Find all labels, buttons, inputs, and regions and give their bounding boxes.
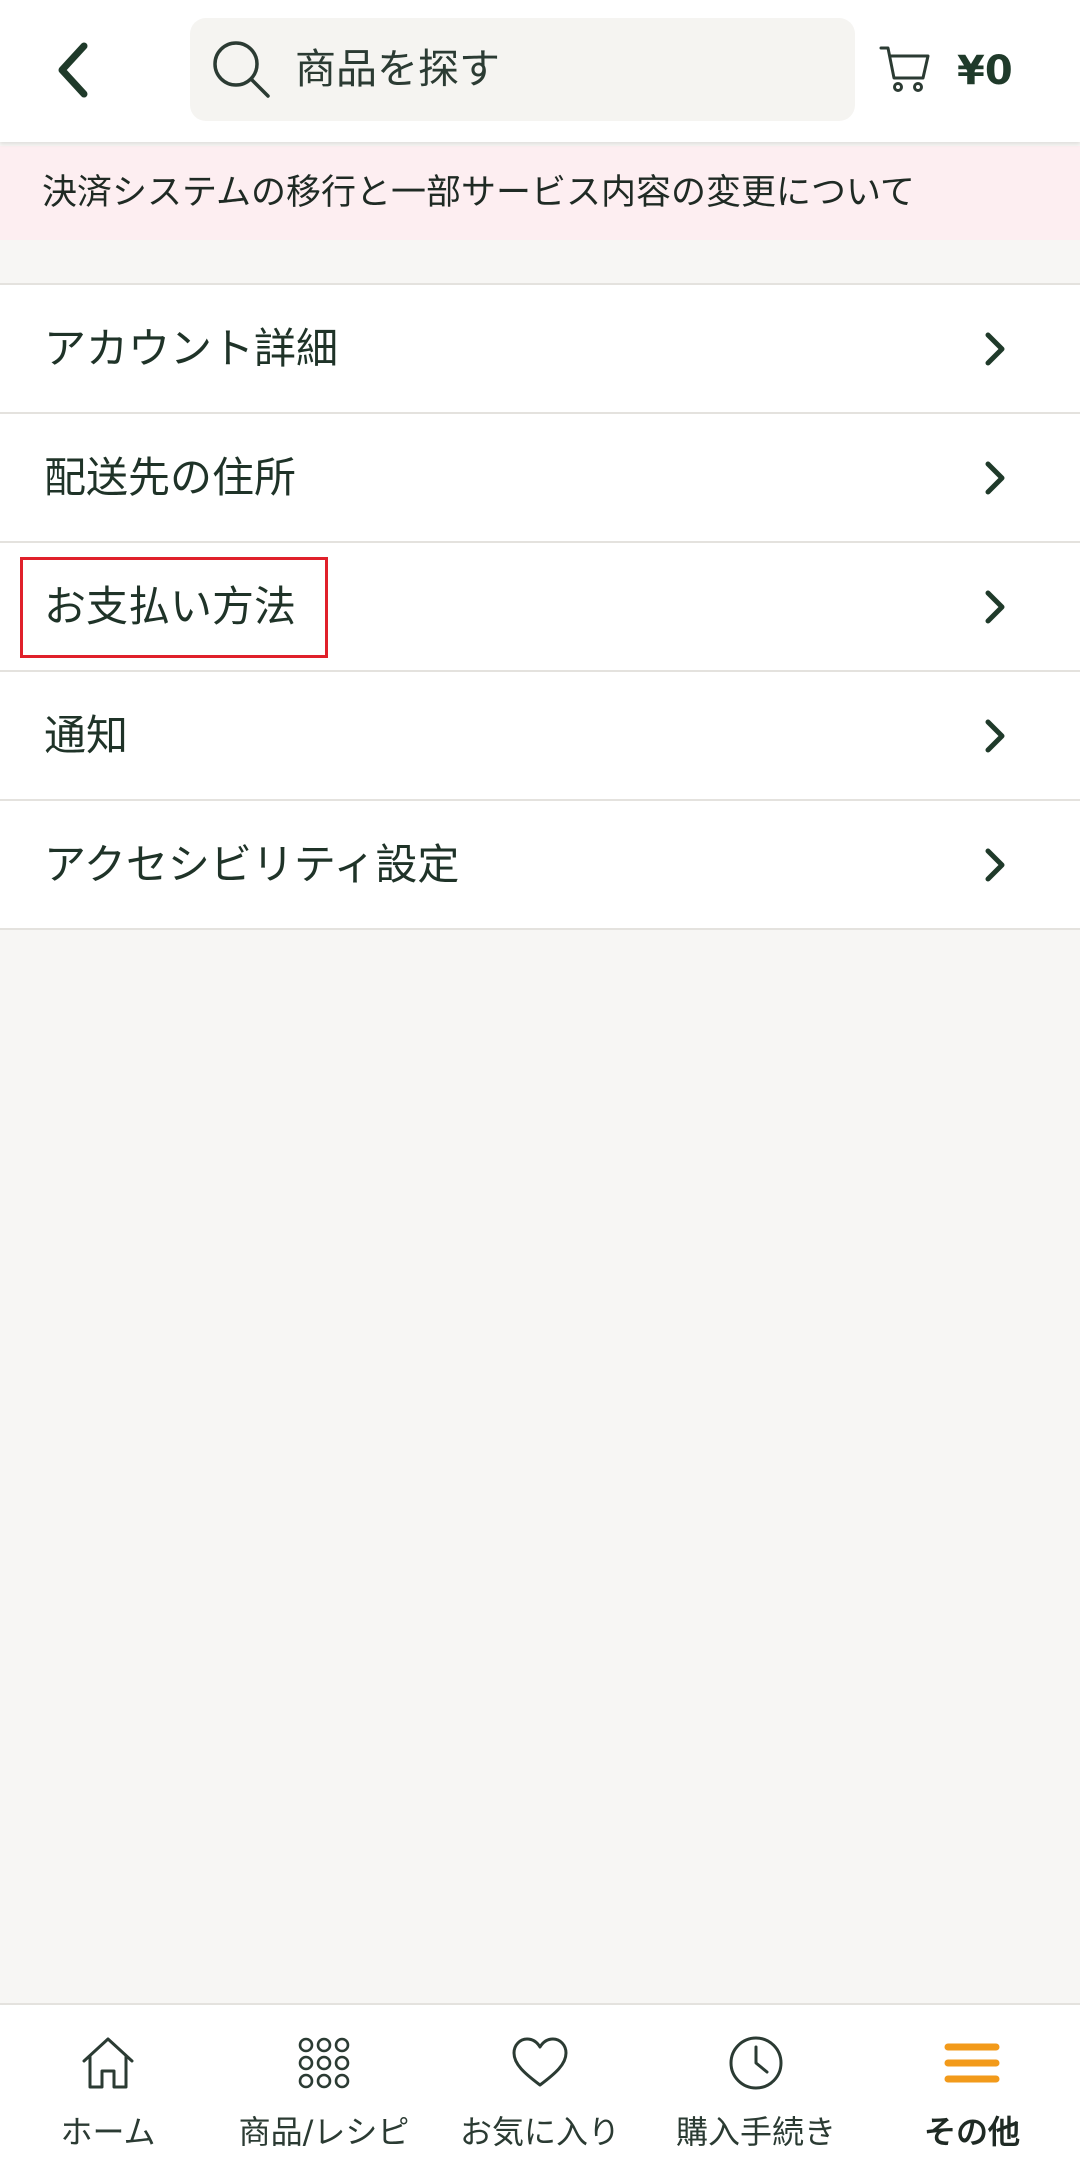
- chevron-right-icon: [985, 590, 1005, 624]
- chevron-right-icon: [985, 332, 1005, 366]
- tab-label: お気に入り: [459, 2113, 620, 2151]
- top-header: 商品を探す ¥0: [0, 0, 1080, 142]
- notice-text: 決済システムの移行と一部サービス内容の変更について: [42, 173, 915, 213]
- chevron-right-icon: [985, 719, 1005, 753]
- tab-label: ホーム: [60, 2113, 156, 2151]
- bottom-tab-bar: ホーム 商品/レシピ お気に入り 購入手続き その他: [0, 2003, 1080, 2165]
- settings-menu: アカウント詳細 配送先の住所 お支払い方法 通知 アクセシビリティ設定: [0, 283, 1080, 930]
- tab-checkout[interactable]: 購入手続き: [648, 2005, 864, 2165]
- menu-item-accessibility[interactable]: アクセシビリティ設定: [0, 801, 1080, 930]
- clock-icon: [729, 2036, 783, 2090]
- menu-item-shipping-address[interactable]: 配送先の住所: [0, 414, 1080, 543]
- cart-button[interactable]: ¥0: [875, 30, 1025, 112]
- tab-label: 商品/レシピ: [238, 2113, 410, 2151]
- heart-icon: [512, 2037, 568, 2087]
- tab-label: 購入手続き: [675, 2113, 836, 2151]
- menu-icon: [944, 2043, 1000, 2083]
- chevron-left-icon: [58, 42, 88, 98]
- menu-item-account-details[interactable]: アカウント詳細: [0, 285, 1080, 414]
- menu-item-label: お支払い方法: [44, 582, 297, 631]
- menu-item-label: 配送先の住所: [44, 453, 297, 502]
- cart-icon: [879, 46, 930, 92]
- home-icon: [82, 2037, 134, 2089]
- menu-item-payment-method[interactable]: お支払い方法: [0, 543, 1080, 672]
- menu-item-label: アクセシビリティ設定: [44, 840, 460, 889]
- tab-home[interactable]: ホーム: [0, 2005, 216, 2165]
- tab-products-recipes[interactable]: 商品/レシピ: [216, 2005, 432, 2165]
- menu-item-notifications[interactable]: 通知: [0, 672, 1080, 801]
- menu-item-label: アカウント詳細: [44, 324, 339, 373]
- search-icon: [213, 41, 270, 98]
- back-button[interactable]: [40, 34, 108, 106]
- notice-banner[interactable]: 決済システムの移行と一部サービス内容の変更について: [0, 146, 1080, 240]
- chevron-right-icon: [985, 848, 1005, 882]
- tab-more[interactable]: その他: [864, 2005, 1080, 2165]
- chevron-right-icon: [985, 461, 1005, 495]
- menu-item-label: 通知: [44, 711, 129, 760]
- grid-icon: [298, 2037, 350, 2089]
- search-input[interactable]: 商品を探す: [190, 18, 855, 121]
- search-placeholder: 商品を探す: [295, 45, 500, 93]
- cart-total: ¥0: [957, 48, 1013, 94]
- tab-label: その他: [923, 2113, 1020, 2151]
- tab-favorites[interactable]: お気に入り: [432, 2005, 648, 2165]
- app-screen: 商品を探す ¥0 決済システムの移行と一部サービス内容の変更について アカウント…: [0, 0, 1080, 2165]
